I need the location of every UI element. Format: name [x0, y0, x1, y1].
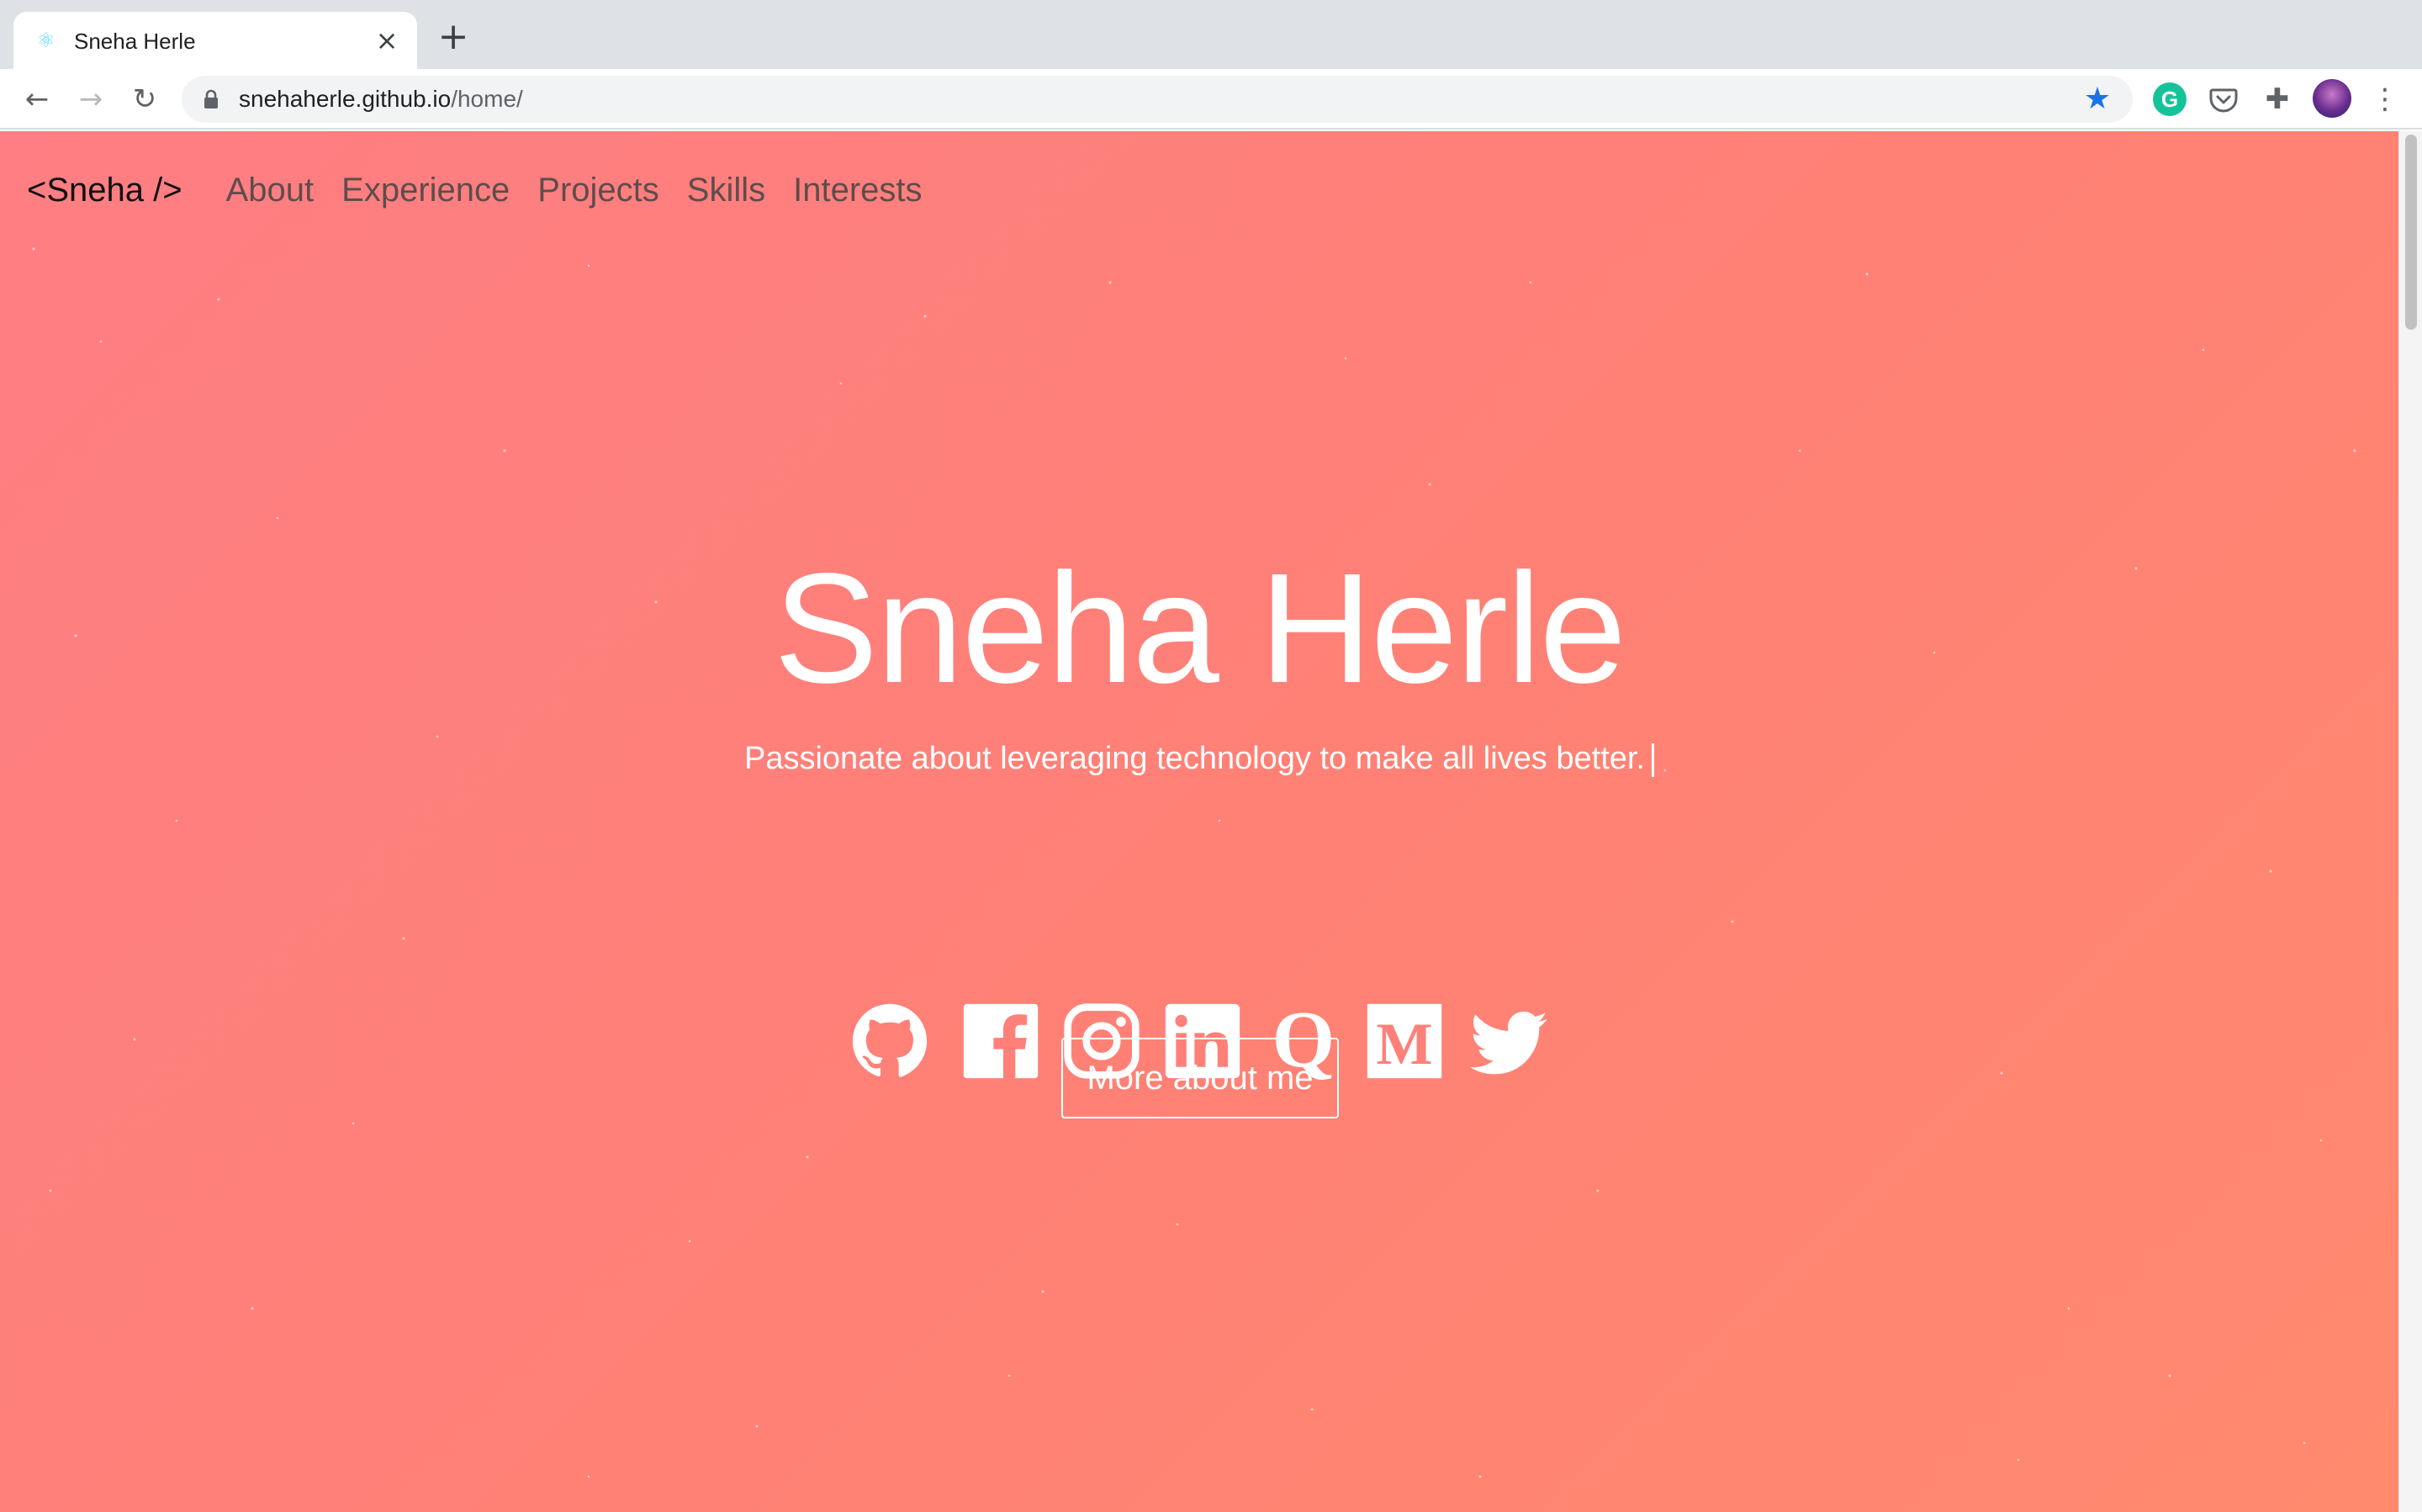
url-text[interactable]: snehaherle.github.io/home/ [239, 86, 523, 113]
browser-menu-icon[interactable]: ⋮ [2368, 82, 2402, 116]
address-bar[interactable]: snehaherle.github.io/home/ ★ [182, 76, 2133, 123]
close-tab-icon[interactable]: × [372, 25, 402, 56]
nav-link-about[interactable]: About [226, 172, 315, 209]
nav-link-projects[interactable]: Projects [537, 172, 659, 209]
twitter-icon[interactable] [1465, 1001, 1552, 1081]
react-favicon-icon: ⚛ [37, 29, 56, 52]
browser-tabstrip: ⚛ Sneha Herle × + [0, 0, 2422, 69]
reload-button[interactable]: ↻ [126, 81, 163, 118]
browser-tab[interactable]: ⚛ Sneha Herle × [13, 12, 417, 69]
scrollbar-thumb[interactable] [2405, 135, 2417, 330]
url-path: /home/ [451, 86, 523, 112]
github-icon[interactable] [849, 1001, 930, 1081]
back-button[interactable]: ← [19, 81, 56, 118]
url-host: snehaherle.github.io [239, 86, 452, 112]
extensions-puzzle-icon[interactable]: ✚ [2261, 82, 2294, 116]
pocket-extension-icon[interactable] [2207, 82, 2240, 116]
site-brand-logo[interactable]: <Sneha /> [27, 172, 182, 209]
nav-link-skills[interactable]: Skills [687, 172, 765, 209]
hero-tagline: Passionate about leveraging technology t… [744, 741, 1645, 776]
lock-icon [204, 89, 218, 108]
page-viewport: <Sneha /> About Experience Projects Skil… [0, 131, 2398, 1512]
nav-link-experience[interactable]: Experience [341, 172, 510, 209]
site-navbar: <Sneha /> About Experience Projects Skil… [27, 165, 950, 215]
nav-link-interests[interactable]: Interests [793, 172, 922, 209]
new-tab-button[interactable]: + [436, 19, 471, 56]
medium-icon[interactable]: M [1364, 1001, 1445, 1081]
profile-avatar[interactable] [2313, 79, 2351, 118]
starfield-background [32, 247, 2356, 1478]
page-scrollbar[interactable] [2398, 131, 2422, 1512]
forward-button[interactable]: → [72, 81, 109, 118]
facebook-icon[interactable] [960, 1001, 1041, 1081]
hero-tagline-line: Passionate about leveraging technology t… [0, 738, 2398, 779]
browser-toolbar: ← → ↻ snehaherle.github.io/home/ ★ G ✚ ⋮ [0, 69, 2422, 130]
more-about-me-button[interactable]: More about me [1061, 1038, 1339, 1118]
hero-name-heading: Sneha Herle [774, 542, 1626, 716]
medium-letter: M [1376, 1012, 1432, 1077]
typing-cursor [1652, 743, 1654, 777]
bookmark-star-icon[interactable]: ★ [2081, 82, 2114, 116]
grammarly-extension-icon[interactable]: G [2153, 82, 2187, 116]
tab-title: Sneha Herle [74, 29, 196, 54]
